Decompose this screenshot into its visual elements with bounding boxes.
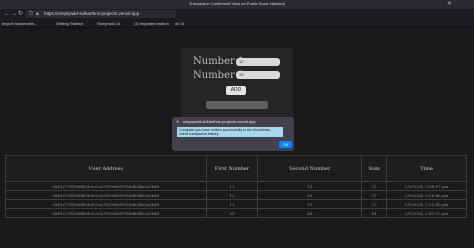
- cell-address: 0xE1e71EDd6fb5b9c5cA7439d66F958d6d4b3a5b…: [5, 199, 207, 209]
- cell-time: 1/9/2024, 5:16:46 pm: [386, 190, 467, 200]
- lock-icon[interactable]: 🔒︎: [36, 11, 39, 17]
- cell-first: 12: [205, 199, 259, 209]
- number1-input[interactable]: 12: [236, 58, 280, 66]
- cell-second: 15: [257, 190, 363, 200]
- header-time: Time: [386, 155, 467, 182]
- header-first-number: First Number: [205, 155, 259, 182]
- globe-icon: ⊕: [176, 119, 180, 124]
- header-sum: Sum: [361, 155, 388, 182]
- transactions-table: User Address First Number Second Number …: [5, 155, 467, 218]
- table-row: 0xE1e71EDd6fb5b9c5cA7439d66F958d6d4b3a5b…: [5, 181, 467, 191]
- close-icon[interactable]: ✕: [447, 0, 452, 7]
- cell-sum: 27: [361, 181, 388, 191]
- header-second-number: Second Number: [257, 155, 363, 182]
- cell-time: 1/9/2024, 3:08:07 pm: [386, 181, 467, 191]
- ok-button[interactable]: OK: [279, 141, 292, 148]
- add-button[interactable]: ADD: [226, 86, 246, 95]
- tab-title[interactable]: Transaction Confirmed! View on Public Sc…: [189, 1, 285, 6]
- cell-second: 15: [257, 199, 363, 209]
- cell-first: 35: [205, 208, 259, 218]
- number2-input[interactable]: 15: [236, 71, 280, 79]
- cell-time: 1/9/2024, 5:41:13 pm: [386, 208, 467, 218]
- dialog-title: simplyadd-sidharthns-projects.vercel.app: [183, 119, 256, 124]
- back-icon[interactable]: ←: [4, 11, 10, 17]
- table-header-row: User Address First Number Second Number …: [5, 155, 467, 182]
- bookmark-import[interactable]: Import bookmarks...: [2, 21, 37, 26]
- cell-time: 1/9/2024, 5:21:40 pm: [386, 199, 467, 209]
- cell-address: 0xE1e71EDd6fb5b9c5cA7439d66F958d6d4b3a5b…: [5, 190, 207, 200]
- dialog-message: Congrats! you have written successfully …: [177, 127, 283, 137]
- bookmark-getting-started[interactable]: Getting Started: [56, 21, 83, 26]
- cell-first: 12: [205, 190, 259, 200]
- cell-sum: 27: [361, 199, 388, 209]
- reload-icon[interactable]: ↻: [18, 11, 23, 17]
- forward-icon[interactable]: →: [11, 11, 17, 17]
- url-text[interactable]: https://simplyadd-sidharthns-projects.ve…: [44, 11, 139, 16]
- table-row: 0xE1e71EDd6fb5b9c5cA7439d66F958d6d4b3a5b…: [5, 199, 467, 209]
- cell-address: 0xE1e71EDd6fb5b9c5cA7439d66F958d6d4b3a5b…: [5, 181, 207, 191]
- bookmark-dc[interactable]: dc UI: [175, 21, 184, 26]
- cell-first: 12: [205, 181, 259, 191]
- table-row: 0xE1e71EDd6fb5b9c5cA7439d66F958d6d4b3a5b…: [5, 190, 467, 200]
- cell-address: 0xE1e71EDd6fb5b9c5cA7439d66F958d6d4b3a5b…: [5, 208, 207, 218]
- cell-sum: 81: [361, 208, 388, 218]
- cell-second: 15: [257, 181, 363, 191]
- history-button[interactable]: [206, 101, 268, 109]
- bookmark-storybook[interactable]: Storybook UI: [97, 21, 120, 26]
- shield-icon[interactable]: ⛉: [29, 11, 33, 17]
- table-row: 0xE1e71EDd6fb5b9c5cA7439d66F958d6d4b3a5b…: [5, 208, 467, 218]
- header-user-address: User Address: [5, 155, 207, 182]
- cell-second: 46: [257, 208, 363, 218]
- bookmark-motion[interactable]: (1) imported motion: [134, 21, 169, 26]
- cell-sum: 27: [361, 190, 388, 200]
